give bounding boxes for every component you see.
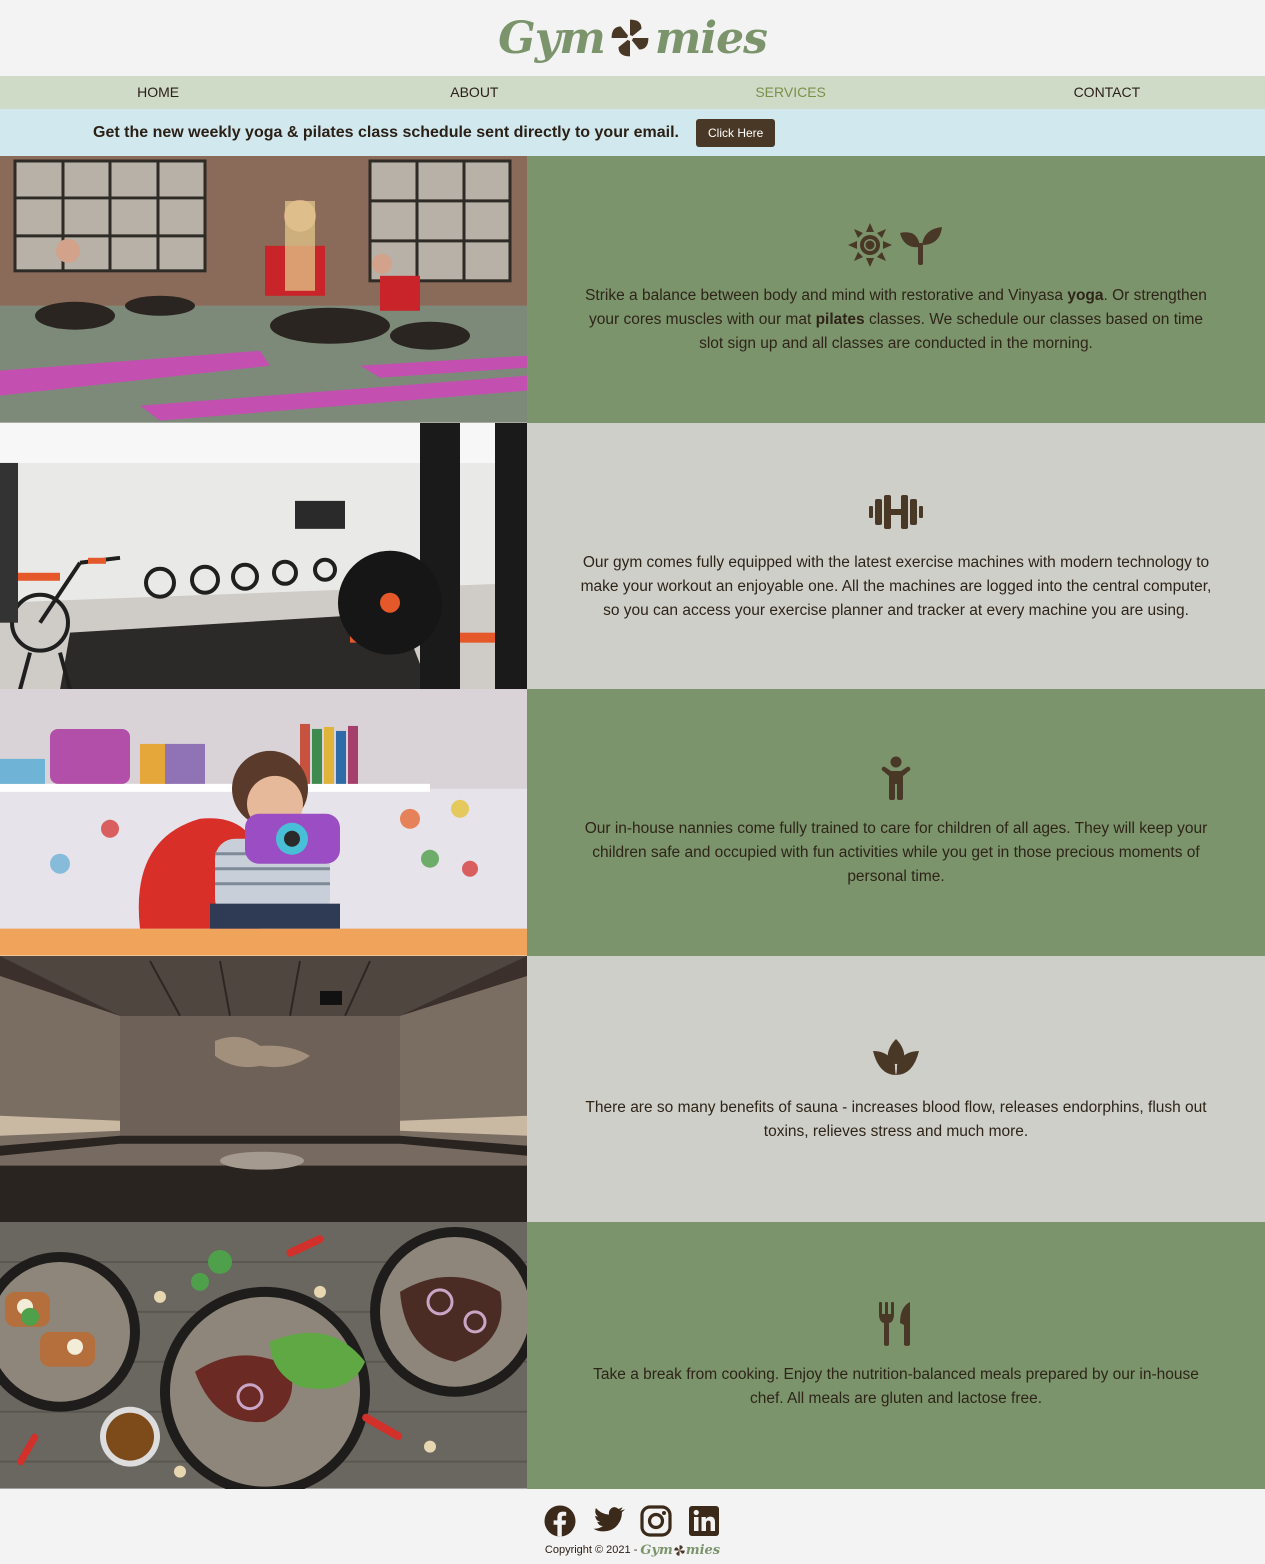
instagram-icon[interactable]	[639, 1505, 674, 1537]
service-meals-info: Take a break from cooking. Enjoy the nut…	[527, 1222, 1265, 1489]
click-here-button[interactable]: Click Here	[696, 118, 776, 147]
service-yoga-text: Strike a balance between body and mind w…	[585, 287, 1207, 353]
schedule-banner: Get the new weekly yoga & pilates class …	[0, 109, 1265, 156]
service-meals-text: Take a break from cooking. Enjoy the nut…	[593, 1365, 1199, 1407]
utensils-icon	[879, 1301, 910, 1346]
service-sauna-info: There are so many benefits of sauna - in…	[527, 955, 1265, 1223]
service-childcare-text: Our in-house nannies come fully trained …	[584, 820, 1208, 886]
banner-message: Get the new weekly yoga & pilates class …	[93, 123, 679, 141]
spa-lotus-icon	[873, 1039, 919, 1076]
child-icon	[881, 756, 911, 801]
nav-contact[interactable]: CONTACT	[949, 76, 1265, 109]
site-logo[interactable]: Gym mies	[498, 12, 768, 64]
nav-about[interactable]: ABOUT	[316, 76, 632, 109]
service-meals: Take a break from cooking. Enjoy the nut…	[0, 1222, 1265, 1489]
yoga-class-photo	[0, 156, 527, 423]
nav-services[interactable]: SERVICES	[633, 76, 949, 109]
facebook-icon[interactable]	[544, 1505, 578, 1537]
social-links	[544, 1505, 722, 1537]
service-gym-text: Our gym comes fully equipped with the la…	[580, 553, 1212, 619]
service-gym: Our gym comes fully equipped with the la…	[0, 422, 1265, 690]
dumbbell-icon	[869, 494, 923, 529]
twitter-icon[interactable]	[592, 1505, 626, 1537]
footer-logo-left: Gym	[640, 1542, 673, 1558]
main-nav: HOME ABOUT SERVICES CONTACT	[0, 76, 1265, 109]
pinwheel-icon	[611, 19, 649, 57]
service-childcare-info: Our in-house nannies come fully trained …	[527, 689, 1265, 956]
seedling-icon	[900, 227, 942, 266]
sun-icon	[848, 223, 892, 268]
site-header: Gym mies	[0, 0, 1265, 76]
pinwheel-icon	[674, 1545, 685, 1556]
service-childcare: Our in-house nannies come fully trained …	[0, 689, 1265, 956]
healthy-meals-photo	[0, 1222, 527, 1489]
site-footer: Copyright © 2021 - Gym mies	[0, 1488, 1265, 1564]
service-yoga: Strike a balance between body and mind w…	[0, 156, 1265, 423]
nav-home[interactable]: HOME	[0, 76, 316, 109]
logo-text-left: Gym	[498, 12, 606, 64]
footer-logo-right: mies	[685, 1542, 721, 1558]
copyright: Copyright © 2021 - Gym mies	[545, 1543, 720, 1558]
childcare-photo	[0, 689, 527, 956]
linkedin-icon[interactable]	[688, 1505, 722, 1537]
sauna-photo	[0, 955, 527, 1223]
logo-text-right: mies	[654, 12, 768, 64]
service-sauna-text: There are so many benefits of sauna - in…	[585, 1099, 1207, 1141]
service-gym-info: Our gym comes fully equipped with the la…	[527, 422, 1265, 690]
service-sauna: There are so many benefits of sauna - in…	[0, 955, 1265, 1223]
copyright-text: Copyright © 2021 -	[544, 1544, 638, 1557]
service-yoga-info: Strike a balance between body and mind w…	[527, 156, 1265, 423]
gym-equipment-photo	[0, 422, 527, 690]
footer-logo: Gym mies	[640, 1543, 720, 1558]
